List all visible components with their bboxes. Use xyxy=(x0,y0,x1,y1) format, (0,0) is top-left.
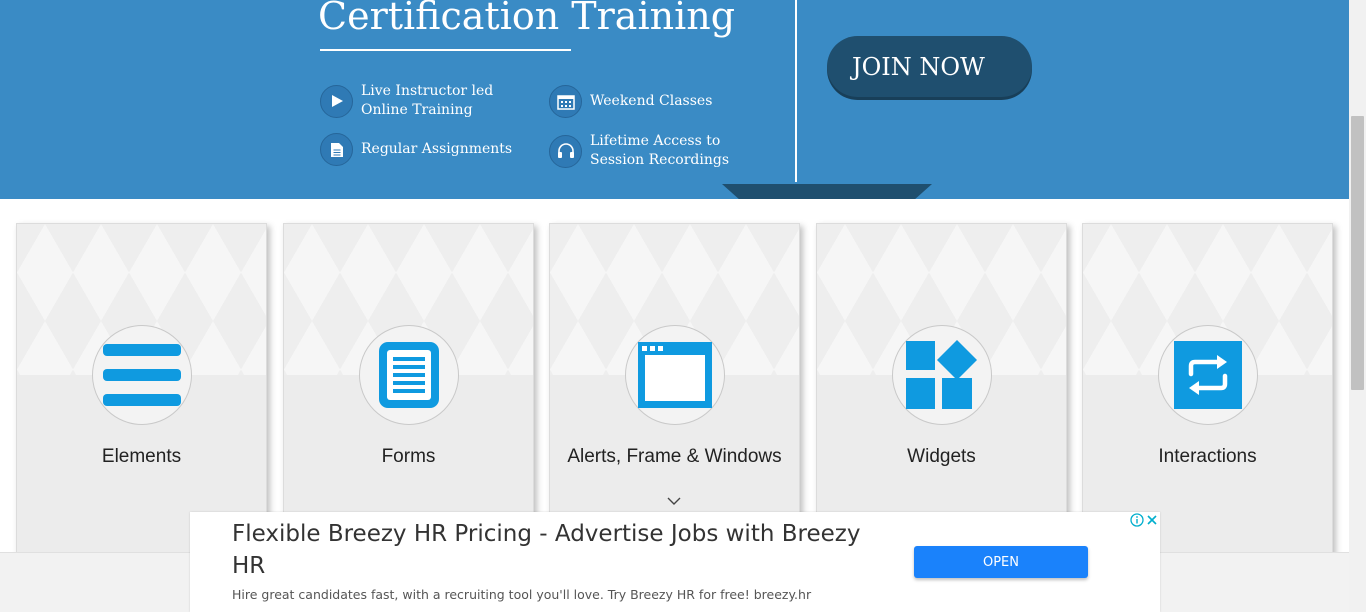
page: Certification Training Live Instructor l… xyxy=(0,0,1366,612)
card-title: Widgets xyxy=(907,446,976,467)
join-now-button[interactable]: JOIN NOW xyxy=(827,36,1032,97)
feature-lifetime-access: Lifetime Access to Session Recordings xyxy=(549,132,765,170)
play-icon xyxy=(320,84,353,118)
feature-label: Weekend Classes xyxy=(590,93,713,109)
ad-banner[interactable]: Flexible Breezy HR Pricing - Advertise J… xyxy=(190,512,1160,612)
card-icon-circle xyxy=(1158,325,1258,425)
card-title: Alerts, Frame & Windows xyxy=(567,446,782,467)
ad-description: Hire great candidates fast, with a recru… xyxy=(232,587,812,602)
feature-assignments: Regular Assignments xyxy=(320,133,536,166)
feature-live-training: Live Instructor led Online Training xyxy=(320,82,536,120)
scrollbar-thumb[interactable] xyxy=(1351,116,1364,390)
ad-headline[interactable]: Flexible Breezy HR Pricing - Advertise J… xyxy=(232,518,872,582)
card-title: Interactions xyxy=(1158,446,1257,467)
card-title: Elements xyxy=(101,446,182,467)
hamburger-icon xyxy=(103,344,181,406)
vertical-scrollbar[interactable] xyxy=(1349,0,1366,612)
feature-label: Regular Assignments xyxy=(361,141,513,157)
repeat-icon xyxy=(1174,341,1242,409)
card-icon-circle xyxy=(625,325,725,425)
card-icon-circle xyxy=(892,325,992,425)
feature-label: Live Instructor led Online Training xyxy=(361,83,494,118)
feature-label: Lifetime Access to Session Recordings xyxy=(590,133,730,168)
document-icon xyxy=(320,133,353,166)
card-title: Forms xyxy=(381,446,436,467)
widgets-icon xyxy=(906,340,977,409)
headphones-icon xyxy=(549,134,582,168)
chevron-down-icon xyxy=(667,497,681,505)
certification-banner: Certification Training Live Instructor l… xyxy=(0,0,1349,199)
calendar-icon xyxy=(549,85,582,118)
banner-title: Certification Training xyxy=(318,0,736,38)
browser-window-icon xyxy=(638,342,712,408)
form-icon xyxy=(379,342,439,408)
banner-divider xyxy=(795,0,797,182)
ad-open-button[interactable]: OPEN xyxy=(914,546,1088,578)
feature-weekend-classes: Weekend Classes xyxy=(549,85,765,118)
ad-close-icon[interactable] xyxy=(1145,513,1159,527)
banner-tab xyxy=(722,184,932,199)
banner-title-underline xyxy=(320,49,571,51)
card-icon-circle xyxy=(92,325,192,425)
ad-info-icon[interactable] xyxy=(1130,513,1144,527)
card-icon-circle xyxy=(359,325,459,425)
